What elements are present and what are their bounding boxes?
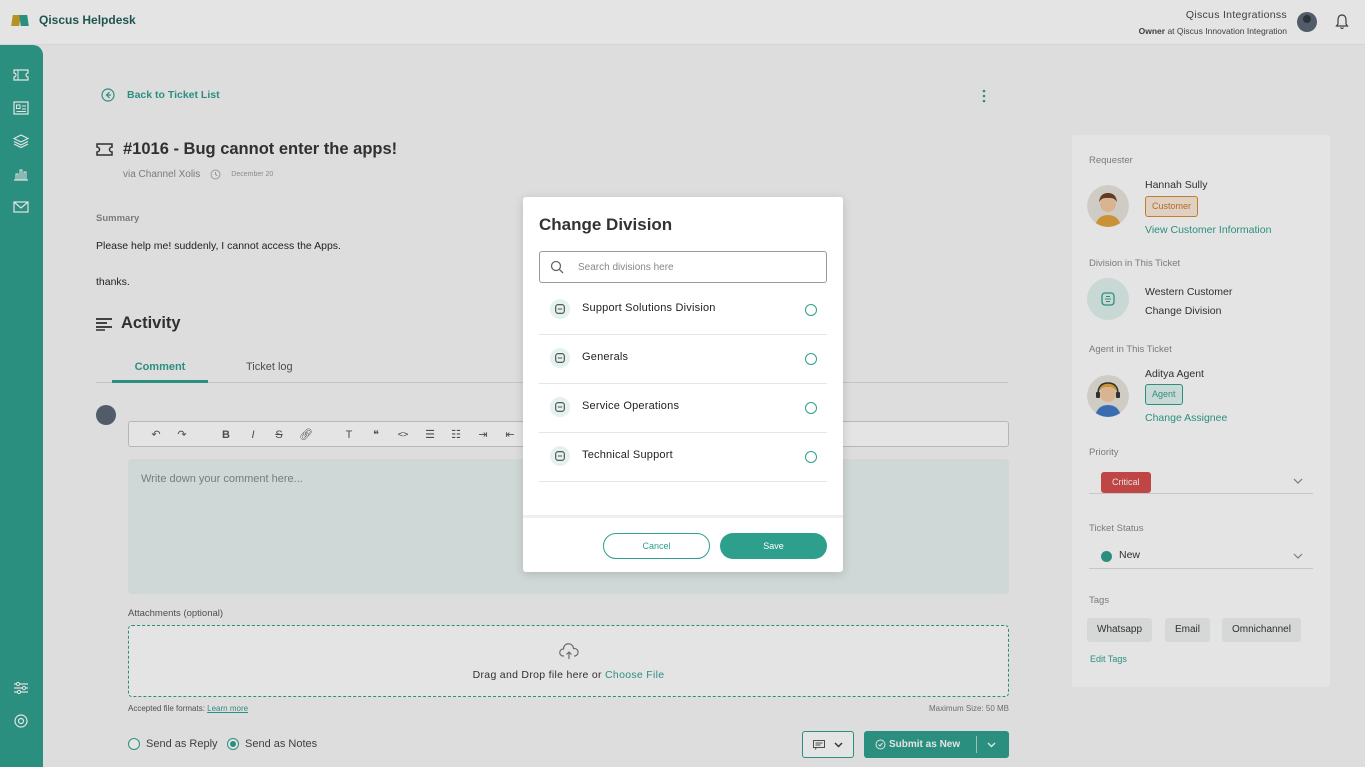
division-icon <box>550 299 570 319</box>
division-radio[interactable] <box>805 451 817 463</box>
cancel-button[interactable]: Cancel <box>603 533 710 559</box>
modal-footer: Cancel Save <box>523 515 843 572</box>
division-name: Technical Support <box>582 449 673 461</box>
search-icon <box>550 260 564 274</box>
division-search[interactable] <box>539 251 827 283</box>
division-icon <box>550 446 570 466</box>
modal-title: Change Division <box>539 215 673 234</box>
division-option[interactable]: Generals <box>539 335 827 384</box>
division-icon <box>550 397 570 417</box>
division-name: Support Solutions Division <box>582 302 716 314</box>
division-name: Generals <box>582 351 629 363</box>
division-option[interactable]: Technical Support <box>539 433 827 482</box>
change-division-modal: Change Division Support Solutions Divisi… <box>523 197 843 572</box>
division-radio[interactable] <box>805 353 817 365</box>
division-radio[interactable] <box>805 402 817 414</box>
division-option[interactable]: Service Operations <box>539 384 827 433</box>
division-search-input[interactable] <box>578 258 818 276</box>
division-icon <box>550 348 570 368</box>
division-name: Service Operations <box>582 400 680 412</box>
division-option[interactable]: Support Solutions Division <box>539 286 827 335</box>
save-button[interactable]: Save <box>720 533 827 559</box>
division-radio[interactable] <box>805 304 817 316</box>
